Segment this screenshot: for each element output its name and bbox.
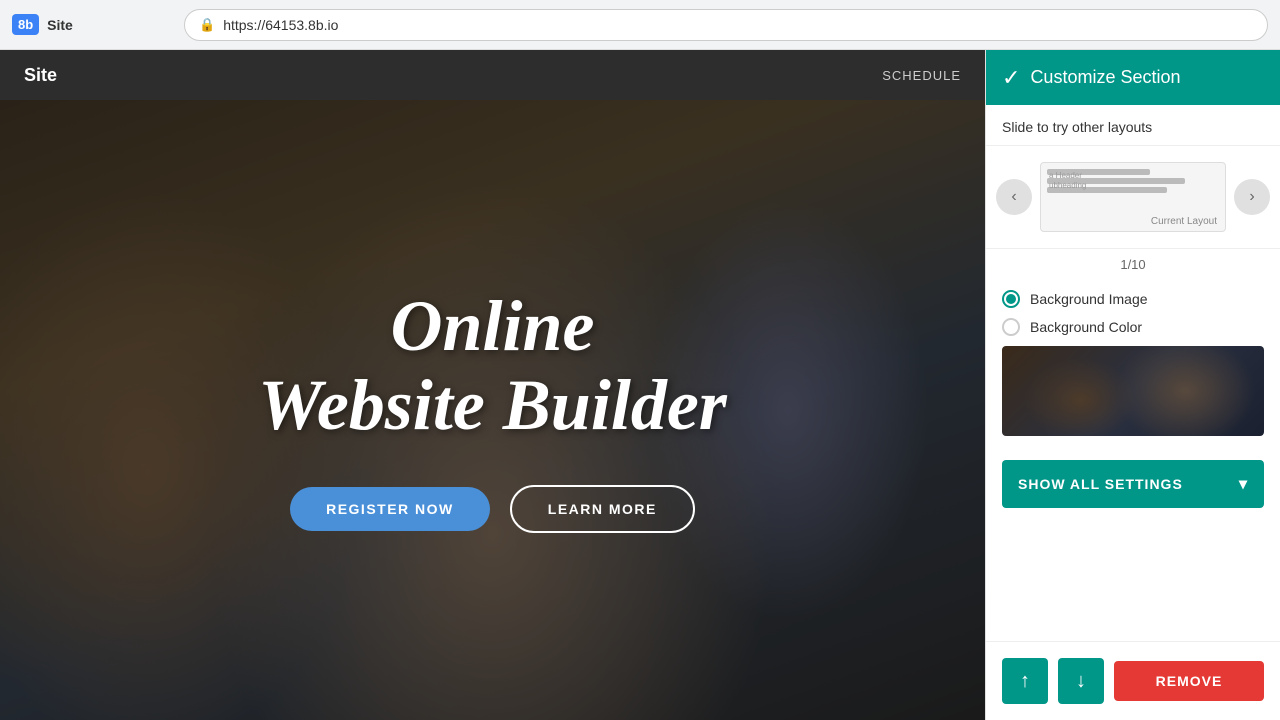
hero-title-line1: Online [390,286,594,366]
arrow-down-icon: ↓ [1076,670,1086,693]
panel-footer: ↑ ↓ REMOVE [986,641,1280,720]
chevron-left-icon: ‹ [1011,188,1016,206]
hero-title: Online Website Builder [258,287,727,445]
radio-bg-color-circle[interactable] [1002,318,1020,336]
layout-text-overlay: a Header ubheading [1049,171,1086,192]
layout-text-1: a Header [1049,171,1086,181]
lock-icon: 🔒 [199,17,215,33]
show-all-settings-button[interactable]: SHOW ALL SETTINGS ▾ [1002,460,1264,508]
layout-slider: ‹ a Header ubheading Current Layout › [986,146,1280,249]
radio-bg-color-label: Background Color [1030,319,1142,335]
browser-logo: 8b Site [12,14,172,35]
radio-bg-image[interactable]: Background Image [1002,290,1264,308]
browser-site-label: Site [47,17,73,33]
layout-counter: 1/10 [986,249,1280,280]
panel-header: ✓ Customize Section [986,50,1280,105]
radio-bg-image-circle[interactable] [1002,290,1020,308]
layout-prev-button[interactable]: ‹ [996,179,1032,215]
layout-next-button[interactable]: › [1234,179,1270,215]
url-text: https://64153.8b.io [223,17,338,33]
hero-buttons: REGISTER NOW LEARN MORE [290,485,695,533]
register-now-button[interactable]: REGISTER NOW [290,487,490,531]
browser-bar: 8b Site 🔒 https://64153.8b.io [0,0,1280,50]
site-nav-link-schedule[interactable]: SCHEDULE [882,68,961,83]
check-icon: ✓ [1002,65,1020,91]
chevron-right-icon: › [1249,188,1254,206]
panel-header-title: Customize Section [1030,67,1180,88]
chevron-down-icon: ▾ [1239,474,1248,494]
hero-title-line2: Website Builder [258,365,727,445]
site-nav-logo: Site [24,65,57,86]
site-nav-links: SCHEDULE [882,68,961,83]
bg-image-inner [1002,346,1264,436]
remove-button[interactable]: REMOVE [1114,661,1264,701]
move-up-button[interactable]: ↑ [1002,658,1048,704]
layout-label: Current Layout [1151,216,1217,227]
layout-text-2: ubheading [1049,181,1086,191]
main-area: Site SCHEDULE Online Website Builder REG… [0,50,1280,720]
panel-subtitle: Slide to try other layouts [986,105,1280,146]
logo-8b-badge: 8b [12,14,39,35]
hero-section: Online Website Builder REGISTER NOW LEAR… [0,100,985,720]
preview-area: Site SCHEDULE Online Website Builder REG… [0,50,985,720]
radio-bg-image-label: Background Image [1030,291,1148,307]
radio-bg-image-dot [1006,294,1016,304]
move-down-button[interactable]: ↓ [1058,658,1104,704]
radio-bg-color[interactable]: Background Color [1002,318,1264,336]
hero-content: Online Website Builder REGISTER NOW LEAR… [0,100,985,720]
site-nav: Site SCHEDULE [0,50,985,100]
learn-more-button[interactable]: LEARN MORE [510,485,695,533]
bg-image-preview[interactable] [1002,346,1264,436]
layout-preview: a Header ubheading Current Layout [1040,162,1226,232]
arrow-up-icon: ↑ [1020,670,1030,693]
show-all-settings-label: SHOW ALL SETTINGS [1018,476,1183,492]
right-panel: ✓ Customize Section Slide to try other l… [985,50,1280,720]
address-bar[interactable]: 🔒 https://64153.8b.io [184,9,1268,41]
radio-group: Background Image Background Color [986,280,1280,346]
